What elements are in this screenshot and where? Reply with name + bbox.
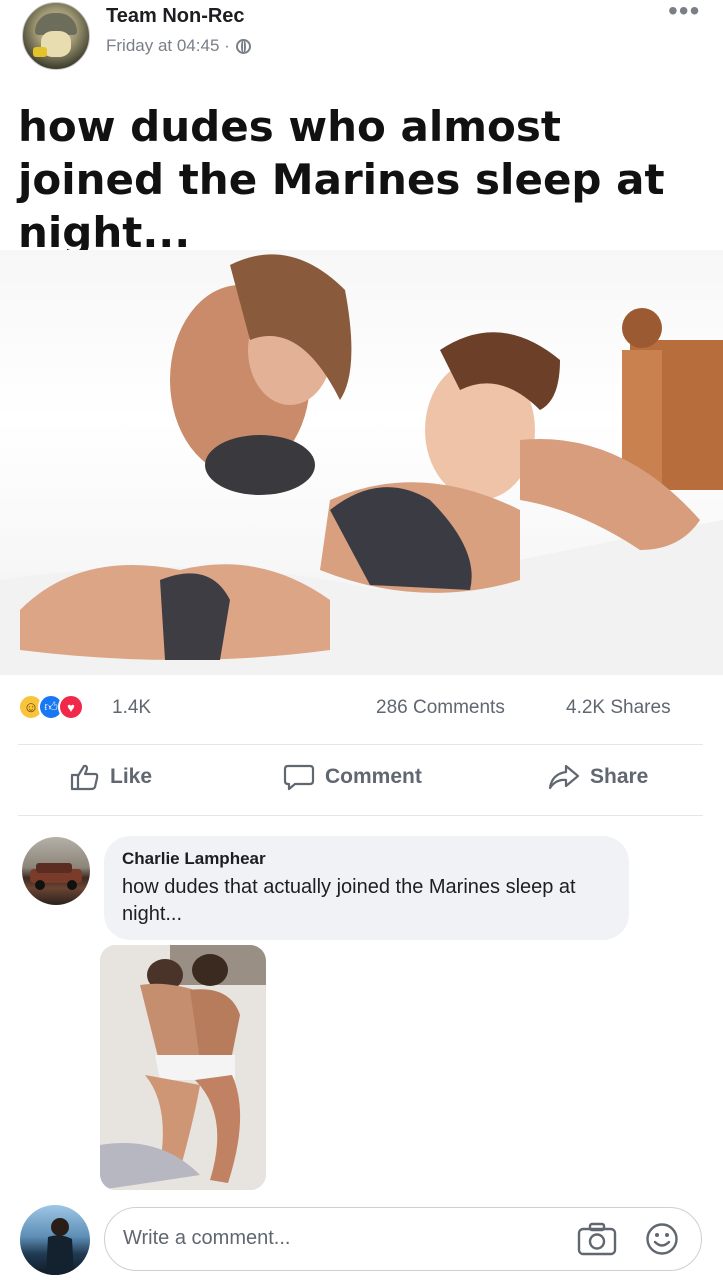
user-avatar[interactable] <box>20 1205 90 1275</box>
share-button[interactable]: Share <box>548 763 648 791</box>
share-arrow-icon <box>548 764 580 790</box>
comment-photo[interactable] <box>100 945 266 1190</box>
comment-label: Comment <box>325 765 422 788</box>
globe-icon <box>235 38 251 54</box>
post-caption: how dudes who almost joined the Marines … <box>18 102 665 257</box>
divider <box>18 744 703 745</box>
action-bar: Like Comment Share <box>0 755 723 807</box>
post-photo-illustration <box>0 254 723 675</box>
love-icon: ♥ <box>58 694 84 720</box>
post-header: Team Non-Rec Friday at 04:45 · ••• <box>0 0 723 86</box>
comments-count[interactable]: 286 Comments <box>376 697 505 719</box>
commenter-name[interactable]: Charlie Lamphear <box>122 849 266 869</box>
like-button[interactable]: Like <box>70 763 152 791</box>
comment-text: how dudes that actually joined the Marin… <box>122 876 576 925</box>
post-timestamp[interactable]: Friday at 04:45 · <box>106 36 251 56</box>
comment-photo-illustration <box>100 945 266 1190</box>
timestamp-text: Friday at 04:45 · <box>106 36 230 55</box>
comment-button[interactable]: Comment <box>283 763 422 791</box>
divider <box>18 815 703 816</box>
post-photo[interactable] <box>0 250 723 675</box>
post-stats: ☺ 👍︎ ♥ 1.4K 286 Comments 4.2K Shares <box>0 690 723 730</box>
reaction-count[interactable]: 1.4K <box>112 697 151 719</box>
camera-icon[interactable] <box>577 1222 617 1256</box>
reaction-icons[interactable]: ☺ 👍︎ ♥ <box>18 694 84 720</box>
commenter-avatar[interactable] <box>22 837 90 905</box>
share-label: Share <box>590 765 649 788</box>
page-name[interactable]: Team Non-Rec <box>106 5 245 28</box>
comment-icon <box>283 764 315 791</box>
more-options-icon[interactable]: ••• <box>668 0 706 26</box>
commenter-avatar-image <box>30 863 82 890</box>
like-label: Like <box>110 765 153 788</box>
comment-bubble: Charlie Lamphear how dudes that actually… <box>104 836 629 940</box>
shares-count[interactable]: 4.2K Shares <box>566 697 671 719</box>
emoji-icon[interactable] <box>645 1222 679 1256</box>
comment-input[interactable]: Write a comment... <box>104 1207 702 1271</box>
page-avatar[interactable] <box>22 2 90 70</box>
thumbs-up-icon <box>70 764 99 791</box>
comment-input-placeholder: Write a comment... <box>123 1227 291 1249</box>
user-avatar-image <box>46 1218 74 1275</box>
